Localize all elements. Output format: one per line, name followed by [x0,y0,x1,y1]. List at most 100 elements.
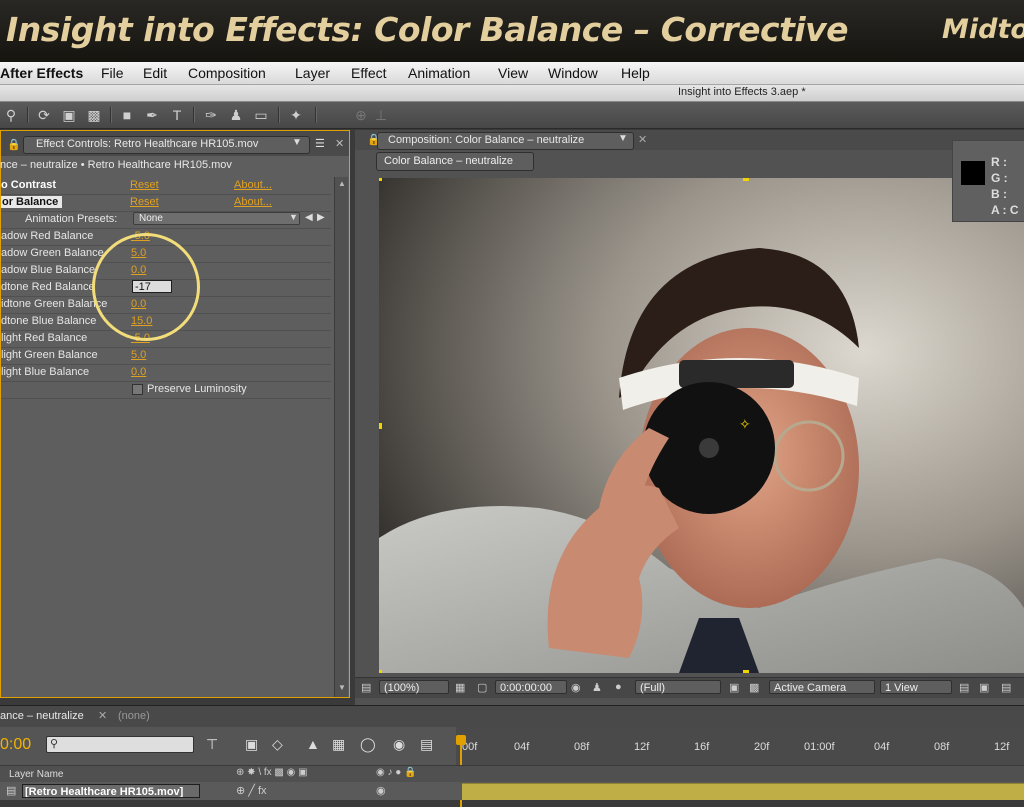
region-of-interest-icon[interactable]: ▣ [729,681,739,694]
puppet-pin-tool-icon[interactable]: ✦ [287,106,305,124]
motion-blur-icon[interactable]: ◯ [360,736,376,753]
menu-file[interactable]: File [101,65,124,81]
close-icon[interactable]: ✕ [98,709,107,722]
animation-presets-label: Animation Presets: [25,213,118,225]
rectangle-tool-icon[interactable]: ■ [118,106,136,124]
time-tick: 12f [994,741,1010,753]
composition-viewer[interactable]: ✧ [379,178,1024,673]
layer-handle[interactable] [379,423,382,429]
draft-3d-icon[interactable]: ◇ [272,736,283,753]
zoom-tool-icon[interactable]: ⚲ [2,106,20,124]
layer-handle[interactable] [743,178,749,181]
magnification-dropdown[interactable]: (100%) [379,680,449,694]
tab-render-queue[interactable]: (none) [118,710,150,722]
camera-view-dropdown[interactable]: Active Camera [769,680,875,694]
rotate-tool-icon[interactable]: ⟳ [35,106,53,124]
timeline-search-input[interactable]: ⚲ [46,736,194,753]
preserve-luminosity-checkbox[interactable] [132,384,143,395]
current-time[interactable]: 0:00 [0,736,31,754]
next-preset-icon[interactable]: ▶ [317,212,325,223]
close-icon[interactable]: ✕ [638,133,647,146]
safe-zones-icon[interactable]: ▦ [455,681,465,694]
chevron-down-icon[interactable]: ▼ [618,133,628,144]
scroll-up-icon[interactable]: ▲ [338,179,346,188]
composition-navigator-pill[interactable]: Color Balance – neutralize [376,152,534,171]
toolbar-divider [27,107,29,123]
playhead-handle[interactable] [456,735,466,745]
timeline-layer-row[interactable]: ▤ [Retro Healthcare HR105.mov] ⊕ ╱ fx ◉ [0,782,1024,800]
reset-link[interactable]: Reset [130,179,159,191]
menu-bar: After Effects File Edit Composition Laye… [0,62,1024,85]
brush-tool-icon[interactable]: ✑ [202,106,220,124]
menu-window[interactable]: Window [548,65,598,81]
search-icon: ⚲ [50,738,59,750]
comp-mini-flowchart-icon[interactable]: ⊤ [206,736,218,753]
hide-shy-layers-icon[interactable]: ▲ [306,736,320,752]
resolution-dropdown[interactable]: (Full) [635,680,721,694]
channel-icon[interactable]: ● [615,681,622,693]
about-link[interactable]: About... [234,179,272,191]
layer-duration-bar[interactable] [462,783,1024,800]
close-icon[interactable]: ✕ [335,137,344,150]
menu-composition[interactable]: Composition [188,65,266,81]
effect-controls-scrollbar[interactable]: ▲ ▼ [334,177,348,697]
tab-effect-controls[interactable]: Effect Controls: Retro Healthcare HR105.… [23,136,310,154]
menu-app[interactable]: After Effects [0,65,83,81]
axis-mode-icon[interactable]: ⊕ [352,106,370,124]
view-layout-dropdown[interactable]: 1 View [880,680,952,694]
menu-animation[interactable]: Animation [408,65,470,81]
scroll-down-icon[interactable]: ▼ [338,683,346,692]
snapshot-icon[interactable]: ◉ [571,681,581,694]
camera-tool-icon[interactable]: ▣ [60,106,78,124]
layer-handle[interactable] [743,670,749,673]
time-ruler[interactable]: 00f 04f 08f 12f 16f 20f 01:00f 04f 08f 1… [456,727,1024,807]
layer-handle[interactable] [379,670,382,673]
fast-preview-icon[interactable]: ▣ [979,681,989,694]
layer-name[interactable]: [Retro Healthcare HR105.mov] [22,784,200,798]
video-title-banner: Insight into Effects: Color Balance – Co… [0,0,1024,62]
preserve-luminosity-label: Preserve Luminosity [147,383,247,395]
brainstorm-icon[interactable]: ◉ [393,736,405,753]
eraser-tool-icon[interactable]: ▭ [252,106,270,124]
clone-stamp-tool-icon[interactable]: ♟ [227,106,245,124]
current-time-display[interactable]: 0:00:00:00 [495,680,567,694]
param-value[interactable]: 0.0 [131,366,146,378]
effect-row-color-balance[interactable]: or Balance Reset About... [1,194,331,212]
type-tool-icon[interactable]: T [168,106,186,124]
frame-blending-icon[interactable]: ▦ [332,736,345,753]
tab-timeline-comp[interactable]: ance – neutralize [0,710,84,722]
always-preview-icon[interactable]: ▤ [361,681,371,694]
previous-preset-icon[interactable]: ◀ [305,212,313,223]
world-axis-icon[interactable]: ⊥ [372,106,390,124]
composition-panel: 🔒 Composition: Color Balance – neutraliz… [355,130,1024,705]
menu-effect[interactable]: Effect [351,65,387,81]
lock-icon[interactable]: 🔒 [7,138,21,151]
reset-link[interactable]: Reset [130,196,159,208]
animation-presets-dropdown[interactable]: None ▼ [133,212,300,225]
chevron-down-icon[interactable]: ▼ [292,137,302,148]
menu-layer[interactable]: Layer [295,65,330,81]
transparency-grid-icon[interactable]: ▩ [749,681,759,694]
menu-view[interactable]: View [498,65,528,81]
graph-editor-icon[interactable]: ▤ [420,736,433,753]
layer-switches[interactable]: ⊕ ╱ fx [236,784,267,797]
live-update-icon[interactable]: ▣ [245,736,258,753]
pen-tool-icon[interactable]: ✒ [143,106,161,124]
pan-behind-tool-icon[interactable]: ▩ [85,106,103,124]
tab-composition[interactable]: Composition: Color Balance – neutralize … [377,132,634,150]
layer-name-header[interactable]: Layer Name [9,769,63,780]
about-link[interactable]: About... [234,196,272,208]
effect-row-contrast[interactable]: o Contrast Reset About... [1,177,331,195]
layer-handle[interactable] [379,178,382,181]
toolbar-divider [278,107,280,123]
visibility-eye-icon[interactable]: ◉ [376,784,386,797]
show-snapshot-icon[interactable]: ♟ [592,681,602,694]
menu-edit[interactable]: Edit [143,65,167,81]
panel-menu-icon[interactable]: ☰ [315,137,325,150]
param-value[interactable]: 5.0 [131,349,146,361]
flowchart-icon[interactable]: ▤ [1001,681,1011,694]
menu-help[interactable]: Help [621,65,650,81]
mask-visibility-icon[interactable]: ▢ [477,681,487,694]
anchor-point-icon[interactable]: ✧ [739,416,751,433]
toggle-pixel-aspect-icon[interactable]: ▤ [959,681,969,694]
